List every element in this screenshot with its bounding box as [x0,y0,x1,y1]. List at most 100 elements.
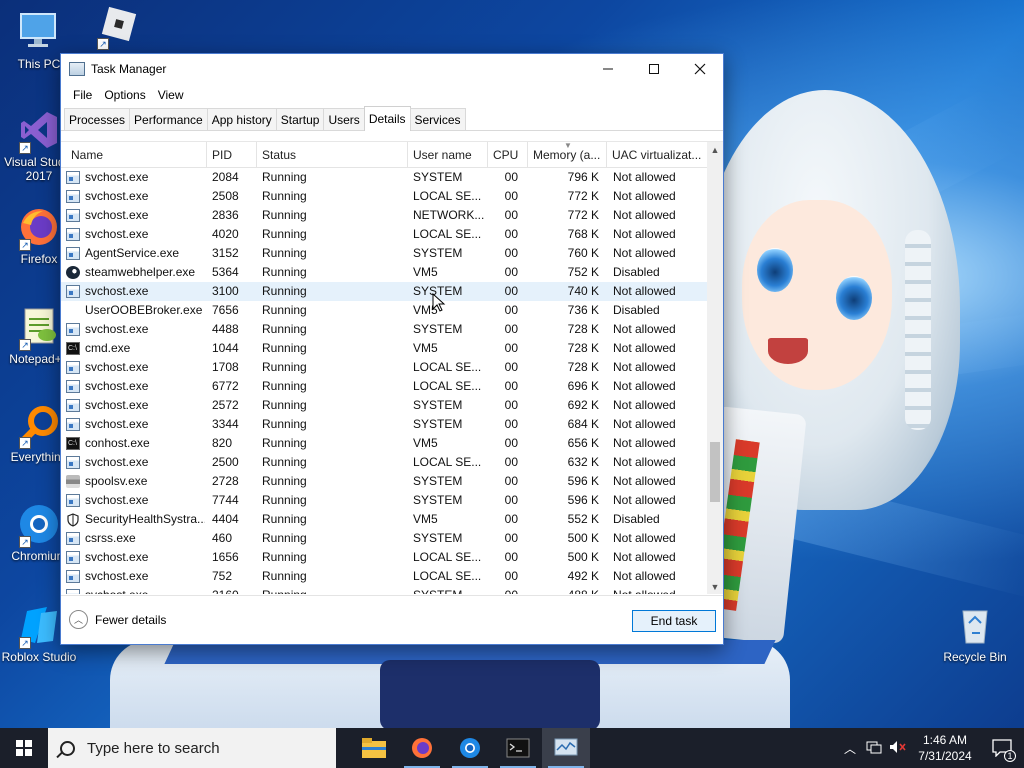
table-row[interactable]: svchost.exe 2836 Running NETWORK... 00 772 K N… [61,206,707,225]
column-header-cpu[interactable]: CPU [488,142,528,168]
process-user-name: SYSTEM [413,398,463,412]
column-header-pid[interactable]: PID [207,142,257,168]
menu-file[interactable]: File [67,88,98,102]
taskbar-terminal[interactable] [494,728,542,768]
tab-performance[interactable]: Performance [129,108,208,130]
column-header-user-name[interactable]: User name [408,142,488,168]
file-explorer-icon [362,738,386,758]
process-cpu: 00 [504,170,518,184]
end-task-button[interactable]: End task [632,610,716,632]
table-row[interactable]: steamwebhelper.exe 5364 Running VM5 00 752 K D… [61,263,707,282]
process-status: Running [262,227,307,241]
process-pid: 820 [212,436,233,450]
process-uac-virtualization: Not allowed [613,189,676,203]
process-memory: 772 K [567,208,599,222]
tab-details[interactable]: Details [363,106,411,131]
printer-icon [66,475,80,488]
process-uac-virtualization: Disabled [613,303,660,317]
process-name: conhost.exe [85,436,150,450]
process-name: csrss.exe [85,531,136,545]
process-name: svchost.exe [85,417,149,431]
task-manager-window[interactable]: Task Manager File Options View Processes… [60,53,724,645]
table-row[interactable]: svchost.exe 2500 Running LOCAL SE... 00 632 K… [61,453,707,472]
start-button[interactable] [0,728,48,768]
taskbar-search-box[interactable]: Type here to search [48,728,336,768]
table-row[interactable]: svchost.exe 7744 Running SYSTEM 00 596 K Not a… [61,491,707,510]
process-name: svchost.exe [85,586,205,594]
vertical-scrollbar[interactable]: ▲ ▼ [707,142,723,594]
table-row[interactable]: svchost.exe 2084 Running SYSTEM 00 796 K Not a… [61,168,707,187]
menu-options[interactable]: Options [98,88,151,102]
table-row[interactable]: SecurityHealthSystra... 4404 Running VM5 00 5… [61,510,707,529]
details-table: Name PID Status User name CPU Memory (a.… [61,141,723,594]
process-cpu: 00 [504,436,518,450]
process-cpu: 00 [504,512,518,526]
taskbar-chromium[interactable] [446,728,494,768]
process-pid: 460 [212,531,233,545]
scrollbar-thumb[interactable] [710,442,720,502]
title-bar[interactable]: Task Manager [61,54,723,84]
menu-view[interactable]: View [152,88,190,102]
maximize-button[interactable] [631,54,677,84]
process-cpu: 00 [504,474,518,488]
table-row[interactable]: csrss.exe 460 Running SYSTEM 00 500 K Not allo… [61,529,707,548]
taskbar-file-explorer[interactable] [350,728,398,768]
process-pid: 7656 [212,303,239,317]
table-row[interactable]: svchost.exe 4020 Running LOCAL SE... 00 768 K… [61,225,707,244]
process-pid: 4404 [212,512,239,526]
table-row[interactable]: svchost.exe 4488 Running SYSTEM 00 728 K Not a… [61,320,707,339]
desktop-icon-roblox[interactable]: ↗ [78,4,156,51]
column-header-name[interactable]: Name [66,142,207,168]
process-uac-virtualization: Not allowed [613,550,676,564]
volume-muted-icon[interactable] [886,740,910,757]
tab-services[interactable]: Services [409,108,466,130]
tab-app-history[interactable]: App history [206,108,277,130]
process-memory: 728 K [567,322,599,336]
tab-users[interactable]: Users [323,108,365,130]
table-row[interactable]: cmd.exe 1044 Running VM5 00 728 K Not allowed [61,339,707,358]
process-status: Running [262,398,307,412]
visual-studio-icon: ↗ [17,108,61,154]
process-cpu: 00 [488,586,518,594]
taskbar-clock[interactable]: 1:46 AM 7/31/2024 [910,732,980,764]
table-row[interactable]: UserOOBEBroker.exe 7656 Running VM5 00 736 K D… [61,301,707,320]
table-row[interactable]: svchost.exe 1656 Running LOCAL SE... 00 500 K… [61,548,707,567]
process-user-name: LOCAL SE... [413,550,482,564]
process-pid: 2160 [212,586,257,594]
process-uac-virtualization: Not allowed [613,360,676,374]
menu-bar: File Options View [61,84,723,106]
process-user-name: VM5 [413,341,438,355]
steam-icon [66,266,80,279]
column-header-uac-virtualization[interactable]: UAC virtualizat... [607,142,707,168]
fewer-details-button[interactable]: ︿ Fewer details [69,610,166,629]
table-row[interactable]: svchost.exe 2572 Running SYSTEM 00 692 K Not a… [61,396,707,415]
network-icon[interactable] [862,740,886,757]
scroll-down-arrow-icon[interactable]: ▼ [707,579,723,594]
table-row[interactable]: svchost.exe 3344 Running SYSTEM 00 684 K Not a… [61,415,707,434]
process-uac-virtualization: Not allowed [613,379,676,393]
process-name: svchost.exe [85,360,149,374]
table-row[interactable]: svchost.exe 2508 Running LOCAL SE... 00 772 K… [61,187,707,206]
table-row[interactable]: svchost.exe 1708 Running LOCAL SE... 00 728 K… [61,358,707,377]
column-header-status[interactable]: Status [257,142,408,168]
process-user-name: LOCAL SE... [413,360,482,374]
table-row[interactable]: svchost.exe 6772 Running LOCAL SE... 00 696 K… [61,377,707,396]
table-row[interactable]: AgentService.exe 3152 Running SYSTEM 00 760 K… [61,244,707,263]
tab-processes[interactable]: Processes [64,108,131,130]
show-hidden-icons-chevron-icon[interactable]: ︿ [838,740,862,757]
window-footer: ︿ Fewer details End task [61,595,723,644]
taskbar-firefox[interactable] [398,728,446,768]
scroll-up-arrow-icon[interactable]: ▲ [707,142,723,158]
table-row[interactable]: conhost.exe 820 Running VM5 00 656 K Not allow… [61,434,707,453]
tab-startup[interactable]: Startup [275,108,325,130]
action-center-button[interactable]: 1 [980,728,1024,768]
table-row[interactable]: svchost.exe 3100 Running SYSTEM 00 740 K Not a… [61,282,707,301]
table-row[interactable]: svchost.exe 752 Running LOCAL SE... 00 492 K N… [61,567,707,586]
minimize-button[interactable] [585,54,631,84]
process-user-name: SYSTEM [413,417,463,431]
desktop-icon-recycle-bin[interactable]: Recycle Bin [936,603,1014,664]
table-row[interactable]: spoolsv.exe 2728 Running SYSTEM 00 596 K Not a… [61,472,707,491]
close-button[interactable] [677,54,723,84]
table-row[interactable]: svchost.exe 2160 Running SYSTEM00 488 K Not a… [61,586,707,594]
taskbar-task-manager[interactable] [542,728,590,768]
